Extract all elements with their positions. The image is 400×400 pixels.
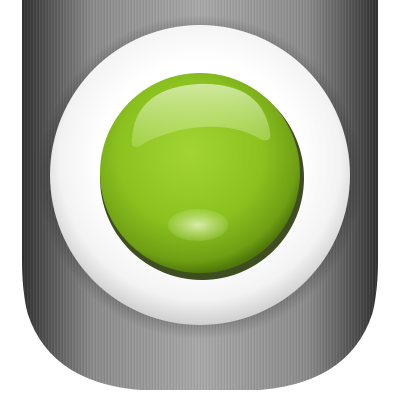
device-casing [0,0,400,400]
app-icon-canvas [0,0,400,400]
button-gloss-bottom [168,209,228,241]
green-power-button-icon [0,0,400,400]
